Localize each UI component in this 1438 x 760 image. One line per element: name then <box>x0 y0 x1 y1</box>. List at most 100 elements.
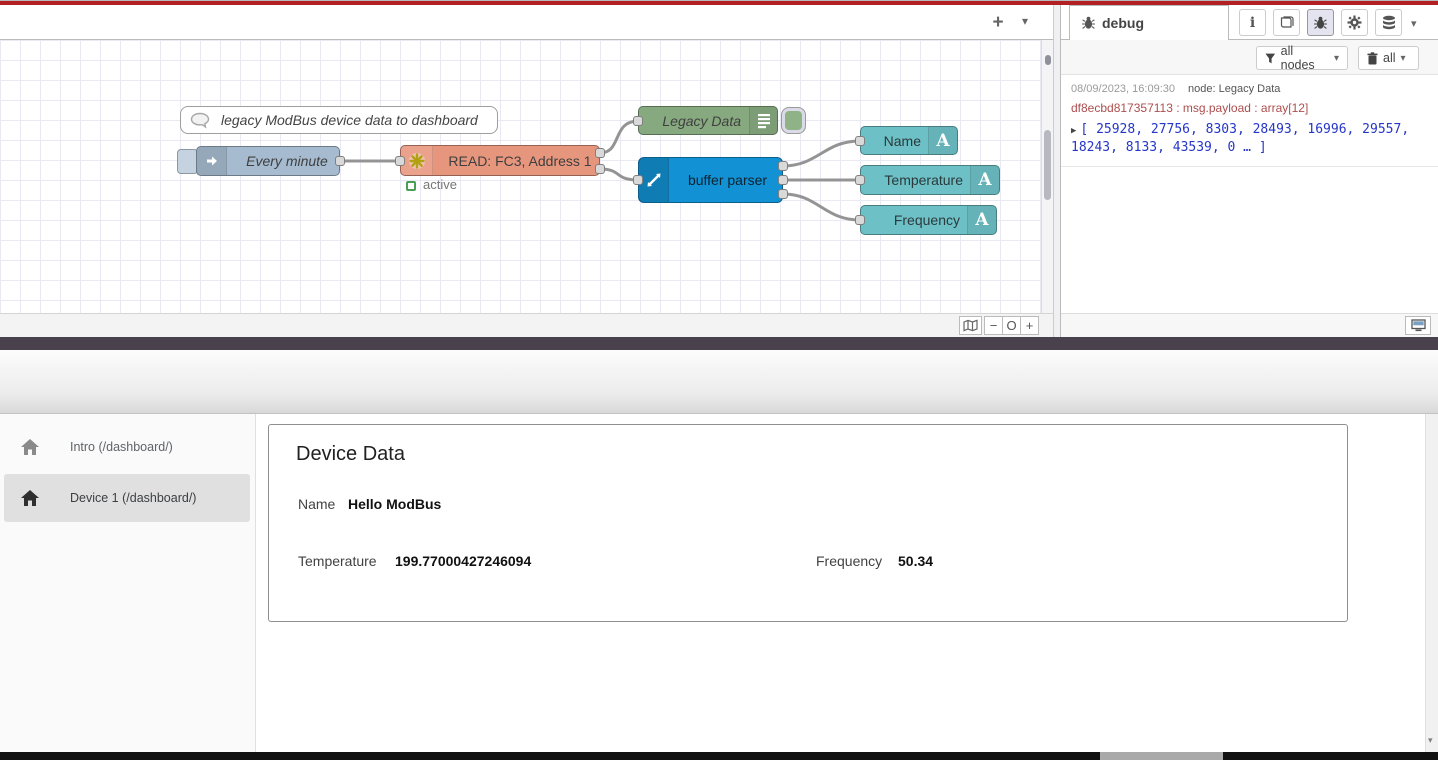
horizontal-scrollbar-thumb[interactable] <box>1100 752 1223 760</box>
debug-filter-button[interactable]: all nodes ▾ <box>1256 46 1348 70</box>
navigator-button[interactable] <box>959 316 982 335</box>
workspace-footer: − O + <box>0 313 1053 337</box>
dashboard-sidebar: Intro (/dashboard/) Device 1 (/dashboard… <box>0 414 256 752</box>
tab-debug[interactable]: debug <box>1069 5 1229 40</box>
frequency-label: Frequency <box>816 553 882 569</box>
screen: + ▾ legacy Mod <box>0 0 1438 760</box>
nav-item-label: Intro (/dashboard/) <box>70 440 173 454</box>
port-name-in[interactable] <box>855 136 865 146</box>
info-tab-button[interactable]: i <box>1239 9 1266 36</box>
open-debug-window-button[interactable] <box>1405 316 1431 335</box>
resize-diagonal-icon <box>639 158 669 202</box>
text-a-icon: A <box>967 206 996 234</box>
monitor-icon <box>1411 319 1426 332</box>
debug-clear-button[interactable]: all ▾ <box>1358 46 1419 70</box>
ui-text-node-name[interactable]: Name A <box>860 126 958 155</box>
context-data-tab-button[interactable] <box>1375 9 1402 36</box>
speech-bubble-icon <box>190 112 210 129</box>
card-title: Device Data <box>296 443 405 466</box>
message-source-node[interactable]: node: Legacy Data <box>1188 83 1280 95</box>
message-property-path: df8ecbd817357113 : msg.payload : array[1… <box>1071 101 1429 115</box>
tab-debug-label: debug <box>1102 15 1144 31</box>
home-icon <box>20 438 40 456</box>
device-data-card: Device Data Name Hello ModBus Temperatur… <box>268 424 1348 622</box>
inject-arrow-icon <box>197 147 227 175</box>
dashboard-content: Device Data Name Hello ModBus Temperatur… <box>256 414 1425 752</box>
nav-item-intro[interactable]: Intro (/dashboard/) <box>4 424 250 470</box>
ui-text-node-frequency[interactable]: Frequency A <box>860 205 997 235</box>
debug-tab-button[interactable] <box>1307 9 1334 36</box>
port-debug-in[interactable] <box>633 116 643 126</box>
port-parser-in[interactable] <box>633 175 643 185</box>
sidebar-header: debug i <box>1061 5 1438 40</box>
node-status-icon <box>406 181 416 191</box>
database-icon <box>1382 15 1396 30</box>
nav-item-device-1[interactable]: Device 1 (/dashboard/) <box>4 474 250 522</box>
config-nodes-tab-button[interactable] <box>1341 9 1368 36</box>
port-frequency-in[interactable] <box>855 215 865 225</box>
dashboard-header: Device 1 <box>0 350 1438 414</box>
debug-enable-toggle[interactable] <box>782 108 805 133</box>
zoom-in-button[interactable]: + <box>1020 316 1039 335</box>
inject-button[interactable] <box>177 149 198 174</box>
zoom-out-button[interactable]: − <box>984 316 1003 335</box>
debug-message[interactable]: 08/09/2023, 16:09:30 node: Legacy Data d… <box>1061 75 1438 167</box>
debug-node-label: Legacy Data <box>639 107 741 134</box>
modbus-read-node-label: READ: FC3, Address 1 <box>441 146 599 175</box>
expand-triangle-icon[interactable]: ▶ <box>1071 126 1076 136</box>
message-timestamp: 08/09/2023, 16:09:30 <box>1071 83 1175 95</box>
ui-text-label: Frequency <box>861 206 960 234</box>
frequency-value: 50.34 <box>898 553 933 569</box>
scroll-down-caret-icon[interactable]: ▾ <box>1428 735 1433 746</box>
text-a-icon: A <box>928 127 957 154</box>
debug-toolbar: all nodes ▾ all ▾ <box>1061 40 1438 75</box>
sidebar-menu-caret-icon[interactable]: ▾ <box>1411 17 1417 30</box>
message-payload: ▶[ 25928, 27756, 8303, 28493, 16996, 295… <box>1071 121 1429 156</box>
debug-node-legacy-data[interactable]: Legacy Data <box>638 106 778 135</box>
home-icon <box>20 489 40 507</box>
inject-node-label: Every minute <box>235 147 339 175</box>
help-tab-button[interactable] <box>1273 9 1300 36</box>
name-value: Hello ModBus <box>348 496 441 512</box>
temperature-value: 199.77000427246094 <box>395 553 531 569</box>
port-parser-out-2[interactable] <box>778 175 788 185</box>
port-temperature-in[interactable] <box>855 175 865 185</box>
port-parser-out-1[interactable] <box>778 161 788 171</box>
caret-down-icon: ▾ <box>1401 53 1406 64</box>
trash-icon <box>1367 52 1378 65</box>
name-label: Name <box>298 496 335 512</box>
ui-text-label: Temperature <box>861 166 963 194</box>
port-modbus-out-1[interactable] <box>595 148 605 158</box>
workspace-tabbar: + ▾ <box>0 5 1053 40</box>
bug-icon <box>1314 16 1327 30</box>
ui-text-label: Name <box>861 127 921 154</box>
bug-icon <box>1082 16 1095 30</box>
port-modbus-out-2[interactable] <box>595 164 605 174</box>
editor-vertical-scrollbar[interactable] <box>1041 40 1053 313</box>
temperature-label: Temperature <box>298 553 377 569</box>
debug-sidebar: debug i <box>1060 5 1438 337</box>
gear-icon <box>1347 15 1362 30</box>
debug-console-icon <box>749 107 777 134</box>
flow-list-caret-icon[interactable]: ▾ <box>1022 14 1028 28</box>
port-modbus-in[interactable] <box>395 156 405 166</box>
inject-node[interactable]: Every minute <box>196 146 340 176</box>
port-parser-out-3[interactable] <box>778 189 788 199</box>
book-icon <box>1279 16 1294 29</box>
comment-node[interactable]: legacy ModBus device data to dashboard <box>180 106 498 134</box>
port-inject-out[interactable] <box>335 156 345 166</box>
buffer-parser-node[interactable]: buffer parser <box>638 157 783 203</box>
scrollbar-thumb[interactable] <box>1044 130 1051 200</box>
debug-message-list: 08/09/2023, 16:09:30 node: Legacy Data d… <box>1061 75 1438 313</box>
scrollbar-dot[interactable] <box>1045 55 1051 65</box>
modbus-asterisk-icon <box>401 146 433 175</box>
zoom-reset-button[interactable]: O <box>1002 316 1021 335</box>
funnel-icon <box>1265 53 1276 64</box>
dashboard-scrollbar[interactable]: ▾ <box>1425 414 1438 752</box>
sidebar-resize-handle[interactable] <box>1053 5 1060 337</box>
modbus-read-node[interactable]: READ: FC3, Address 1 <box>400 145 600 176</box>
node-status-text: active <box>423 177 457 192</box>
nav-item-label: Device 1 (/dashboard/) <box>70 491 196 505</box>
ui-text-node-temperature[interactable]: Temperature A <box>860 165 1000 195</box>
add-flow-button[interactable]: + <box>985 12 1011 34</box>
